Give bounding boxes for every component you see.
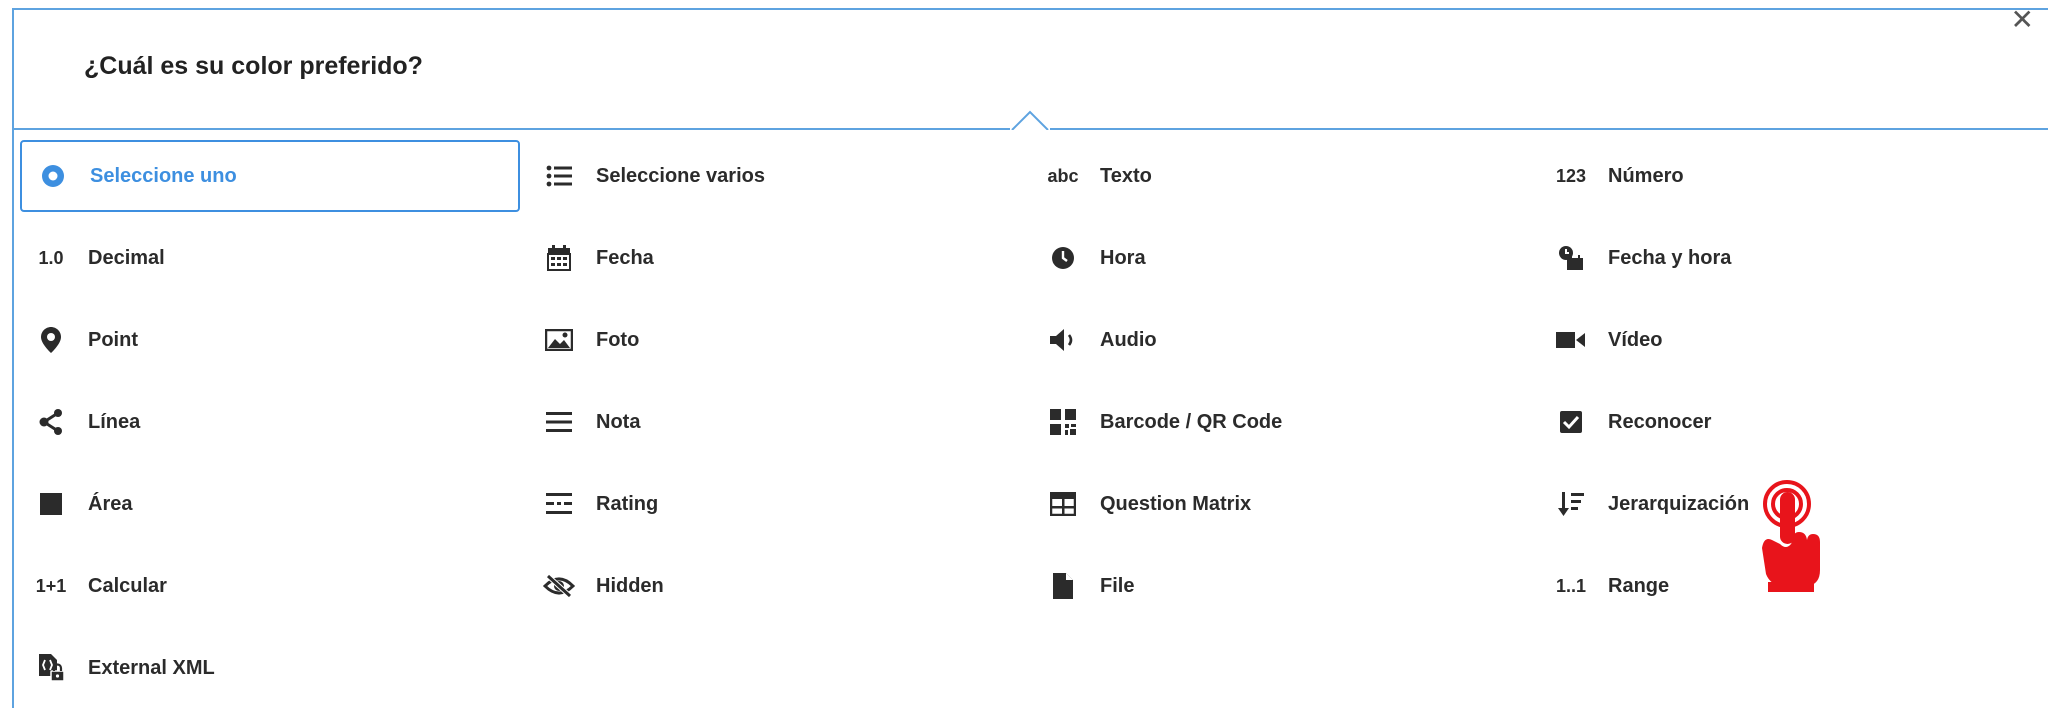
type-label: Hora <box>1100 246 1146 269</box>
type-label: Área <box>88 492 133 515</box>
type-label: Seleccione uno <box>90 164 237 187</box>
type-row: External XML <box>20 632 2040 714</box>
note-lines-icon <box>540 407 578 437</box>
type-label: Rating <box>596 492 659 515</box>
type-numero[interactable]: 123 Número <box>1540 140 2040 212</box>
photo-icon <box>540 325 578 355</box>
hand-pointer-cursor-icon <box>1762 480 1820 592</box>
range-icon: 1..1 <box>1555 575 1587 596</box>
type-fecha[interactable]: Fecha <box>528 222 1028 294</box>
abc-text-icon: abc <box>1047 165 1079 186</box>
type-area[interactable]: Área <box>20 468 520 540</box>
speaker-icon <box>1044 325 1082 355</box>
type-label: Point <box>88 328 138 351</box>
map-pin-icon <box>32 325 70 355</box>
number-icon: 123 <box>1555 165 1587 186</box>
type-row: Point Foto Audio Vídeo <box>20 304 2040 386</box>
type-label: Vídeo <box>1608 328 1663 351</box>
type-label: Texto <box>1100 164 1152 187</box>
type-label: Decimal <box>88 246 165 269</box>
type-label: Barcode / QR Code <box>1100 410 1283 433</box>
type-fecha-y-hora[interactable]: Fecha y hora <box>1540 222 2040 294</box>
file-icon <box>1044 571 1082 601</box>
type-decimal[interactable]: 1.0 Decimal <box>20 222 520 294</box>
type-reconocer[interactable]: Reconocer <box>1540 386 2040 458</box>
calculate-icon: 1+1 <box>35 575 67 596</box>
type-video[interactable]: Vídeo <box>1540 304 2040 376</box>
type-label: File <box>1100 574 1135 597</box>
type-file[interactable]: File <box>1032 550 1532 622</box>
question-title: ¿Cuál es su color preferido? <box>84 52 423 80</box>
video-camera-icon <box>1552 325 1590 355</box>
type-barcode[interactable]: Barcode / QR Code <box>1032 386 1532 458</box>
type-label: Fecha <box>596 246 654 269</box>
type-texto[interactable]: abc Texto <box>1032 140 1532 212</box>
date-time-icon <box>1552 243 1590 273</box>
calendar-icon <box>540 243 578 273</box>
close-icon[interactable]: ✕ <box>2011 6 2034 34</box>
type-label: Range <box>1608 574 1670 597</box>
type-audio[interactable]: Audio <box>1032 304 1532 376</box>
square-icon <box>32 489 70 519</box>
decimal-icon: 1.0 <box>38 247 64 268</box>
type-linea[interactable]: Línea <box>20 386 520 458</box>
type-external-xml[interactable]: External XML <box>20 632 520 704</box>
type-row: Área Rating Question Matrix Jerarquizaci… <box>20 468 2040 550</box>
type-label: Audio <box>1100 328 1157 351</box>
type-seleccione-varios[interactable]: Seleccione varios <box>528 140 1028 212</box>
type-rating[interactable]: Rating <box>528 468 1028 540</box>
list-icon <box>540 161 578 191</box>
qr-code-icon <box>1044 407 1082 437</box>
type-label: External XML <box>88 656 215 679</box>
type-label: Foto <box>596 328 640 351</box>
type-label: Question Matrix <box>1100 492 1252 515</box>
radio-selected-icon <box>34 161 72 191</box>
type-point[interactable]: Point <box>20 304 520 376</box>
type-label: Calcular <box>88 574 167 597</box>
question-type-grid: Seleccione uno Seleccione varios abc Tex… <box>20 140 2040 714</box>
type-label: Reconocer <box>1608 410 1712 433</box>
type-hidden[interactable]: Hidden <box>528 550 1028 622</box>
eye-slash-icon <box>540 571 578 601</box>
type-foto[interactable]: Foto <box>528 304 1028 376</box>
table-icon <box>1044 489 1082 519</box>
rating-icon <box>540 489 578 519</box>
type-label: Nota <box>596 410 641 433</box>
type-label: Jerarquización <box>1608 492 1750 515</box>
type-label: Seleccione varios <box>596 164 765 187</box>
type-label: Número <box>1608 164 1684 187</box>
type-row: Línea Nota Barcode / QR Code Reconocer <box>20 386 2040 468</box>
type-seleccione-uno[interactable]: Seleccione uno <box>20 140 520 212</box>
checkbox-icon <box>1552 407 1590 437</box>
share-line-icon <box>32 407 70 437</box>
type-row: Seleccione uno Seleccione varios abc Tex… <box>20 140 2040 222</box>
type-question-matrix[interactable]: Question Matrix <box>1032 468 1532 540</box>
type-calcular[interactable]: 1+1 Calcular <box>20 550 520 622</box>
clock-icon <box>1044 243 1082 273</box>
type-hora[interactable]: Hora <box>1032 222 1532 294</box>
type-row: 1+1 Calcular Hidden File 1..1 Range <box>20 550 2040 632</box>
type-row: 1.0 Decimal Fecha Hora Fecha y hora <box>20 222 2040 304</box>
type-label: Hidden <box>596 574 664 597</box>
type-label: Línea <box>88 410 141 433</box>
type-label: Fecha y hora <box>1608 246 1732 269</box>
type-nota[interactable]: Nota <box>528 386 1028 458</box>
sort-icon <box>1552 489 1590 519</box>
pointer-caret-icon <box>1010 108 1050 130</box>
external-xml-icon <box>32 653 70 683</box>
